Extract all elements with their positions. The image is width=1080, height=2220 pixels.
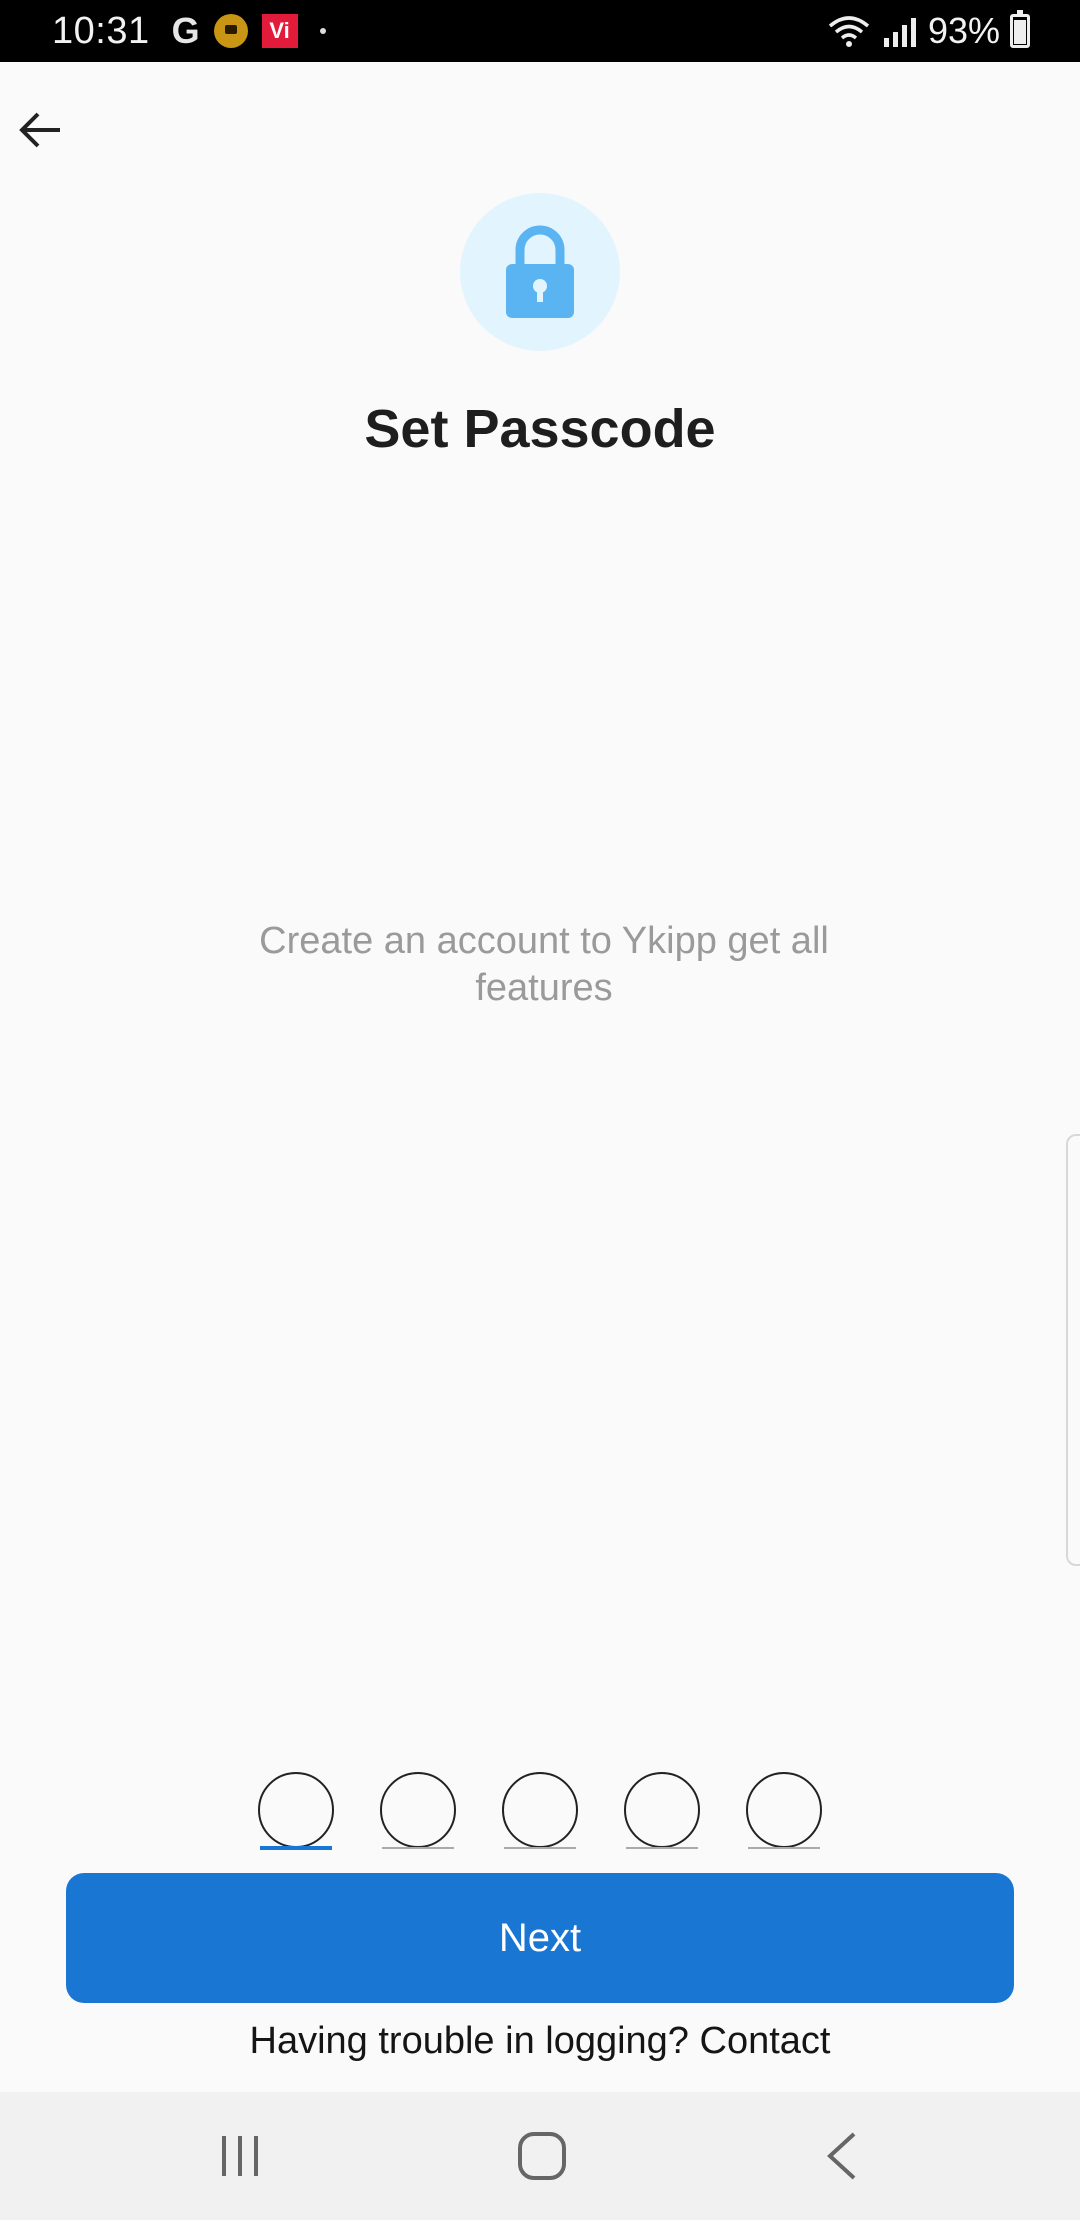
status-time: 10:31 — [52, 9, 150, 52]
status-bar: 10:31 G Vi 93% — [0, 0, 1080, 62]
google-icon: G — [171, 10, 200, 51]
edge-panel-handle[interactable] — [1066, 1134, 1080, 1566]
wifi-icon — [828, 16, 870, 47]
more-notifications-dot-icon — [319, 28, 326, 34]
passcode-input[interactable] — [258, 1772, 822, 1850]
battery-percent: 93% — [927, 10, 1000, 51]
signal-icon — [883, 18, 916, 47]
nav-back-button[interactable] — [772, 2092, 912, 2220]
back-button[interactable] — [10, 100, 70, 160]
help-contact-link[interactable]: Having trouble in logging? Contact — [0, 2020, 1080, 2063]
next-button[interactable]: Next — [66, 1873, 1014, 2003]
home-button[interactable] — [472, 2092, 612, 2220]
passcode-digit-2[interactable] — [380, 1772, 456, 1849]
subtitle-text: Create an account to Ykipp get all featu… — [259, 920, 829, 1009]
page-title: Set Passcode — [364, 399, 716, 459]
passcode-digit-1[interactable] — [258, 1772, 334, 1850]
navigation-bar — [0, 2092, 1080, 2220]
back-chevron-icon — [827, 2132, 856, 2180]
recents-button[interactable] — [170, 2092, 310, 2220]
vi-carrier-icon: Vi — [261, 14, 298, 48]
home-icon — [518, 2132, 566, 2180]
passcode-digit-4[interactable] — [624, 1772, 700, 1849]
arrow-left-icon — [19, 112, 60, 148]
passcode-digit-3[interactable] — [502, 1772, 578, 1849]
passcode-digit-5[interactable] — [746, 1772, 822, 1849]
lock-badge — [460, 193, 620, 351]
coin-notification-icon — [213, 14, 248, 48]
lock-icon — [506, 225, 574, 318]
battery-icon — [1010, 10, 1030, 48]
recents-icon — [222, 2136, 258, 2176]
